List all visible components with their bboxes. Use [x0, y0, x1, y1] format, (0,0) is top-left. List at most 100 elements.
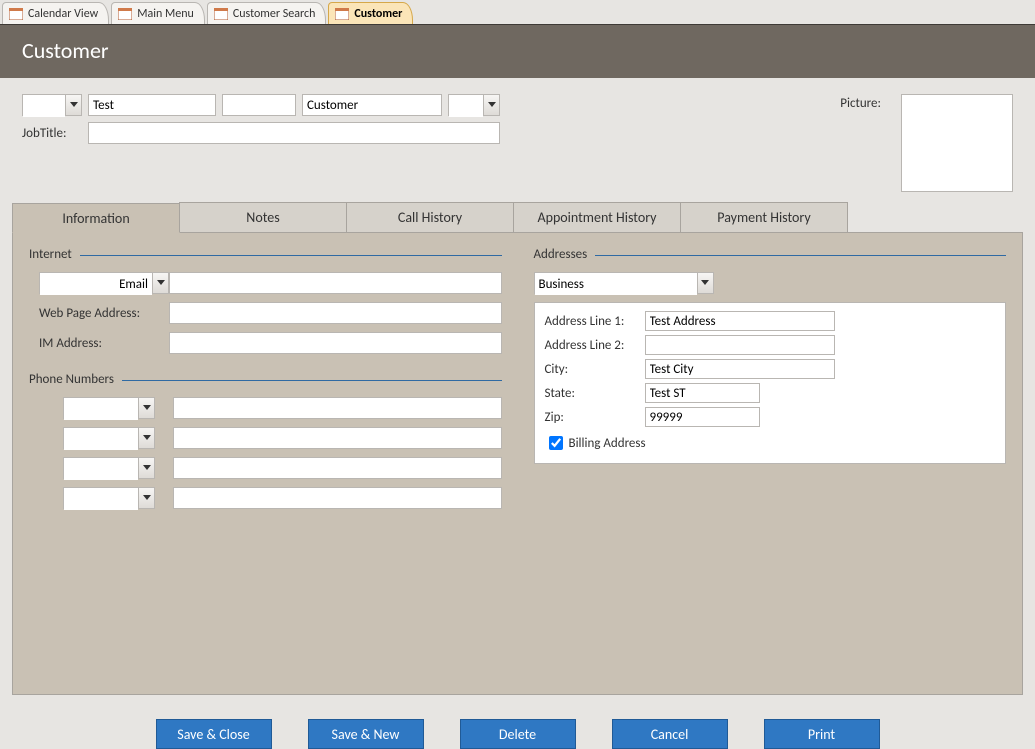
right-column: Addresses Address Line 1: Address Line 2… [534, 247, 1007, 680]
chevron-down-icon[interactable] [152, 273, 168, 293]
tab-payment-history[interactable]: Payment History [680, 202, 848, 232]
addr-line2-label: Address Line 2: [545, 338, 645, 353]
addr-state-label: State: [545, 386, 645, 401]
picture-area: Picture: [840, 94, 1013, 192]
divider [595, 255, 1006, 256]
phone-group-title: Phone Numbers [29, 372, 114, 387]
suffix-input[interactable] [449, 95, 483, 117]
button-label: Save & New [332, 726, 400, 743]
prefix-input[interactable] [23, 95, 65, 117]
doc-tab-calendar-view[interactable]: Calendar View [2, 2, 109, 24]
addr-city-label: City: [545, 362, 645, 377]
addresses-group: Addresses Address Line 1: Address Line 2… [534, 247, 1007, 464]
phone-type-combo[interactable] [63, 427, 155, 449]
email-input[interactable] [169, 272, 502, 294]
delete-button[interactable]: Delete [460, 719, 576, 749]
page-title: Customer [22, 37, 109, 64]
phone-type-input[interactable] [64, 398, 138, 420]
button-label: Print [808, 726, 835, 743]
phone-number-input[interactable] [173, 397, 502, 419]
doc-tab-label: Customer Search [233, 7, 316, 21]
doc-tab-label: Calendar View [28, 7, 98, 21]
first-name-input[interactable] [88, 94, 216, 116]
tab-information[interactable]: Information [12, 203, 180, 233]
form-icon [118, 8, 132, 20]
tab-notes[interactable]: Notes [179, 202, 347, 232]
phone-type-combo[interactable] [63, 397, 155, 419]
form-icon [9, 8, 23, 20]
tab-call-history[interactable]: Call History [346, 202, 514, 232]
phone-type-input[interactable] [64, 428, 138, 450]
tab-label: Information [62, 210, 129, 227]
doc-tab-customer[interactable]: Customer [328, 2, 413, 24]
addresses-group-title: Addresses [534, 247, 588, 262]
email-type-combo[interactable] [39, 272, 169, 294]
detail-tab-bar: Information Notes Call History Appointme… [12, 202, 1023, 233]
billing-address-label: Billing Address [569, 436, 646, 451]
phone-group: Phone Numbers [29, 372, 502, 509]
chevron-down-icon[interactable] [138, 428, 154, 448]
chevron-down-icon[interactable] [138, 458, 154, 478]
form-icon [335, 8, 349, 20]
addr-line2-input[interactable] [645, 335, 835, 355]
address-panel: Address Line 1: Address Line 2: City: St… [534, 302, 1007, 464]
middle-name-input[interactable] [222, 94, 296, 116]
tab-appointment-history[interactable]: Appointment History [513, 202, 681, 232]
addr-line1-label: Address Line 1: [545, 314, 645, 329]
save-close-button[interactable]: Save & Close [156, 719, 272, 749]
phone-type-combo[interactable] [63, 487, 155, 509]
button-bar: Save & Close Save & New Delete Cancel Pr… [0, 707, 1035, 749]
address-type-combo[interactable] [534, 272, 714, 294]
phone-type-input[interactable] [64, 458, 138, 480]
addr-zip-input[interactable] [645, 407, 760, 427]
chevron-down-icon[interactable] [138, 398, 154, 418]
addr-line1-input[interactable] [645, 311, 835, 331]
divider [122, 380, 502, 381]
picture-box[interactable] [901, 94, 1013, 192]
addr-city-input[interactable] [645, 359, 835, 379]
chevron-down-icon[interactable] [138, 488, 154, 508]
chevron-down-icon[interactable] [65, 95, 81, 115]
phone-number-input[interactable] [173, 427, 502, 449]
button-label: Cancel [651, 726, 689, 743]
internet-group-title: Internet [29, 247, 72, 262]
web-address-input[interactable] [169, 302, 502, 324]
doc-tab-main-menu[interactable]: Main Menu [111, 2, 205, 24]
tab-label: Appointment History [537, 209, 656, 226]
tab-label: Notes [246, 209, 279, 226]
chevron-down-icon[interactable] [483, 95, 499, 115]
tab-label: Payment History [717, 209, 810, 226]
tab-label: Call History [398, 209, 462, 226]
document-tab-bar: Calendar View Main Menu Customer Search … [0, 0, 1035, 24]
picture-label: Picture: [840, 94, 881, 111]
form-icon [214, 8, 228, 20]
addr-zip-label: Zip: [545, 410, 645, 425]
save-new-button[interactable]: Save & New [308, 719, 424, 749]
print-button[interactable]: Print [764, 719, 880, 749]
job-title-input[interactable] [88, 122, 500, 144]
doc-tab-label: Main Menu [137, 7, 194, 21]
form-header: Customer [0, 24, 1035, 78]
phone-type-input[interactable] [64, 488, 138, 510]
web-label: Web Page Address: [29, 306, 169, 321]
name-area: JobTitle: Picture: [0, 78, 1035, 202]
button-label: Delete [499, 726, 536, 743]
last-name-input[interactable] [302, 94, 442, 116]
doc-tab-label: Customer [354, 7, 402, 21]
chevron-down-icon[interactable] [697, 273, 713, 293]
address-type-input[interactable] [535, 273, 697, 295]
phone-number-input[interactable] [173, 487, 502, 509]
phone-number-input[interactable] [173, 457, 502, 479]
im-address-input[interactable] [169, 332, 502, 354]
doc-tab-customer-search[interactable]: Customer Search [207, 2, 327, 24]
left-column: Internet Web Page Address: [29, 247, 502, 680]
addr-state-input[interactable] [645, 383, 760, 403]
phone-type-combo[interactable] [63, 457, 155, 479]
prefix-combo[interactable] [22, 94, 82, 116]
suffix-combo[interactable] [448, 94, 500, 116]
detail-body: Internet Web Page Address: [12, 233, 1023, 695]
detail-area: Information Notes Call History Appointme… [0, 202, 1035, 707]
email-type-input[interactable] [40, 273, 152, 295]
billing-address-checkbox[interactable] [549, 436, 563, 450]
cancel-button[interactable]: Cancel [612, 719, 728, 749]
